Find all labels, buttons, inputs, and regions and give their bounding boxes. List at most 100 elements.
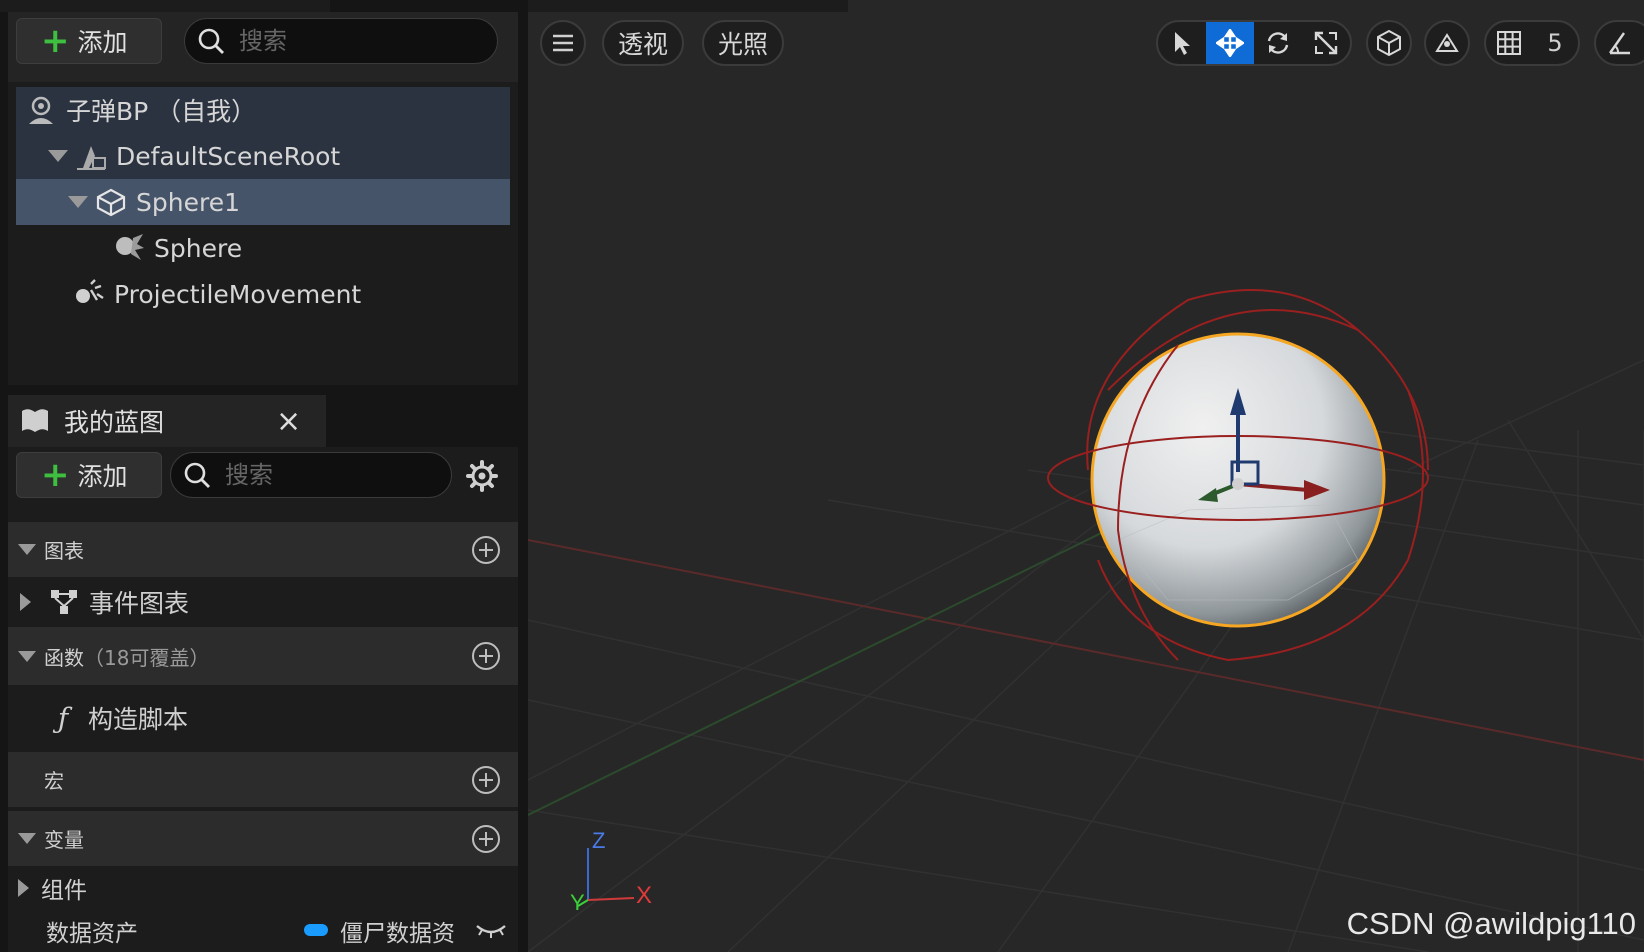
scene-component-icon: [74, 139, 108, 173]
collision-shape-icon: [94, 185, 128, 219]
collapse-arrow-icon[interactable]: [18, 650, 36, 662]
section-graphs-label: 图表: [44, 539, 84, 563]
grid-snap-toggle[interactable]: [1486, 22, 1532, 64]
variable-data-asset[interactable]: 数据资产 僵尸数据资: [8, 910, 518, 952]
my-blueprint-tab[interactable]: 我的蓝图 ×: [8, 395, 326, 447]
translate-tool-button[interactable]: [1206, 22, 1254, 64]
variable-name: 数据资产: [46, 921, 138, 947]
surface-snap-icon: [1435, 33, 1459, 52]
axis-label-x: X: [636, 882, 653, 909]
rotation-snap-button[interactable]: [1594, 20, 1644, 66]
blueprint-actor-icon: [24, 93, 58, 127]
select-tool-button[interactable]: [1158, 22, 1206, 64]
section-graphs[interactable]: 图表: [8, 522, 518, 577]
expand-arrow-icon[interactable]: [48, 150, 68, 162]
my-blueprint-title: 我的蓝图: [64, 408, 165, 437]
event-graph-item[interactable]: 事件图表: [8, 577, 518, 627]
tree-item-label: Sphere: [154, 233, 243, 263]
section-variables[interactable]: 变量: [8, 811, 518, 866]
event-graph-label: 事件图表: [89, 589, 190, 618]
construction-script-item[interactable]: ƒ 构造脚本: [8, 690, 518, 746]
viewport[interactable]: Z X Y 透视 光照 5: [528, 0, 1644, 952]
components-add-button[interactable]: + 添加: [16, 18, 162, 64]
grid-snap-group: 5: [1484, 20, 1580, 66]
perspective-label: 透视: [617, 30, 668, 59]
rotate-tool-button[interactable]: [1254, 22, 1302, 64]
movement-component-icon: [72, 277, 106, 311]
components-search-input[interactable]: [237, 26, 441, 56]
floor-grid: [528, 359, 1644, 952]
blueprint-search-input[interactable]: [223, 460, 407, 490]
tree-item-label: Sphere1: [136, 187, 240, 217]
move-icon: [1216, 29, 1244, 57]
expand-arrow-icon[interactable]: [20, 593, 31, 611]
tree-item-sphere[interactable]: Sphere: [16, 225, 510, 271]
grid-snap-value[interactable]: 5: [1532, 22, 1578, 64]
blueprint-add-label: 添加: [77, 462, 128, 491]
panel-tab-strip: [0, 0, 330, 12]
transform-tools-group: [1156, 20, 1352, 66]
tree-item-default-scene-root[interactable]: DefaultSceneRoot: [16, 133, 510, 179]
world-space-icon: [1377, 29, 1401, 57]
viewport-menu-button[interactable]: [540, 20, 586, 66]
tree-item-root-self[interactable]: 子弹BP （自我）: [16, 87, 510, 133]
functions-override-count: （18可覆盖）: [84, 645, 210, 670]
section-variables-label: 变量: [44, 828, 84, 852]
tree-item-label: ProjectileMovement: [114, 279, 362, 309]
y-axis-grid-line: [528, 509, 1149, 816]
add-function-icon[interactable]: [472, 642, 500, 670]
expand-arrow-icon[interactable]: [68, 196, 88, 208]
blueprint-add-button[interactable]: + 添加: [16, 452, 162, 498]
collapse-arrow-icon[interactable]: [18, 544, 36, 555]
variable-category-label: 组件: [41, 878, 87, 904]
rotate-icon: [1267, 32, 1289, 54]
add-graph-icon[interactable]: [472, 535, 500, 564]
lighting-button[interactable]: 光照: [702, 20, 784, 66]
tree-item-label: 子弹BP （自我）: [66, 97, 257, 126]
perspective-button[interactable]: 透视: [602, 20, 684, 66]
close-tab-icon[interactable]: ×: [276, 404, 301, 439]
section-functions-label: 函数: [44, 645, 84, 670]
function-icon: ƒ: [57, 701, 69, 735]
components-search[interactable]: [184, 18, 498, 64]
construction-script-label: 构造脚本: [88, 705, 189, 734]
angle-icon: [1609, 32, 1630, 55]
grid-icon: [1497, 31, 1521, 55]
scale-tool-button[interactable]: [1302, 22, 1350, 64]
static-mesh-icon: [112, 231, 146, 265]
coordinate-space-button[interactable]: [1366, 20, 1412, 66]
visibility-eye-icon[interactable]: [474, 918, 508, 940]
book-icon: [18, 404, 52, 438]
lighting-label: 光照: [717, 30, 768, 59]
variable-category-components[interactable]: 组件: [8, 866, 518, 910]
section-macros[interactable]: 宏: [8, 752, 518, 807]
surface-snap-button[interactable]: [1424, 20, 1470, 66]
add-macro-icon[interactable]: [472, 765, 500, 794]
tree-item-label: DefaultSceneRoot: [116, 141, 341, 171]
axis-label-z: Z: [592, 828, 606, 853]
plus-icon: +: [41, 455, 70, 495]
x-axis-grid-line: [528, 539, 1644, 761]
variable-type-label: 僵尸数据资: [340, 921, 455, 947]
viewport-scene: [528, 289, 1644, 952]
plus-icon: +: [41, 21, 70, 61]
cursor-icon: [1175, 32, 1190, 55]
section-functions[interactable]: 函数 （18可覆盖）: [8, 627, 518, 685]
components-add-label: 添加: [77, 28, 128, 57]
add-variable-icon[interactable]: [472, 824, 500, 853]
collapse-arrow-icon[interactable]: [18, 833, 36, 844]
expand-arrow-icon[interactable]: [18, 879, 29, 897]
tree-item-projectile-movement[interactable]: ProjectileMovement: [16, 271, 510, 317]
hamburger-icon: [553, 34, 573, 52]
search-icon: [198, 28, 224, 54]
watermark: CSDN @awildpig110: [1346, 906, 1636, 941]
axis-indicator: [577, 848, 635, 907]
section-macros-label: 宏: [44, 769, 64, 793]
event-graph-icon: [47, 585, 81, 619]
tree-item-sphere1[interactable]: Sphere1: [16, 179, 510, 225]
search-icon: [184, 462, 210, 488]
blueprint-search[interactable]: [170, 452, 452, 498]
variable-type-pill-icon: [304, 924, 328, 936]
scale-icon: [1314, 31, 1338, 55]
settings-gear-icon[interactable]: [466, 460, 498, 492]
